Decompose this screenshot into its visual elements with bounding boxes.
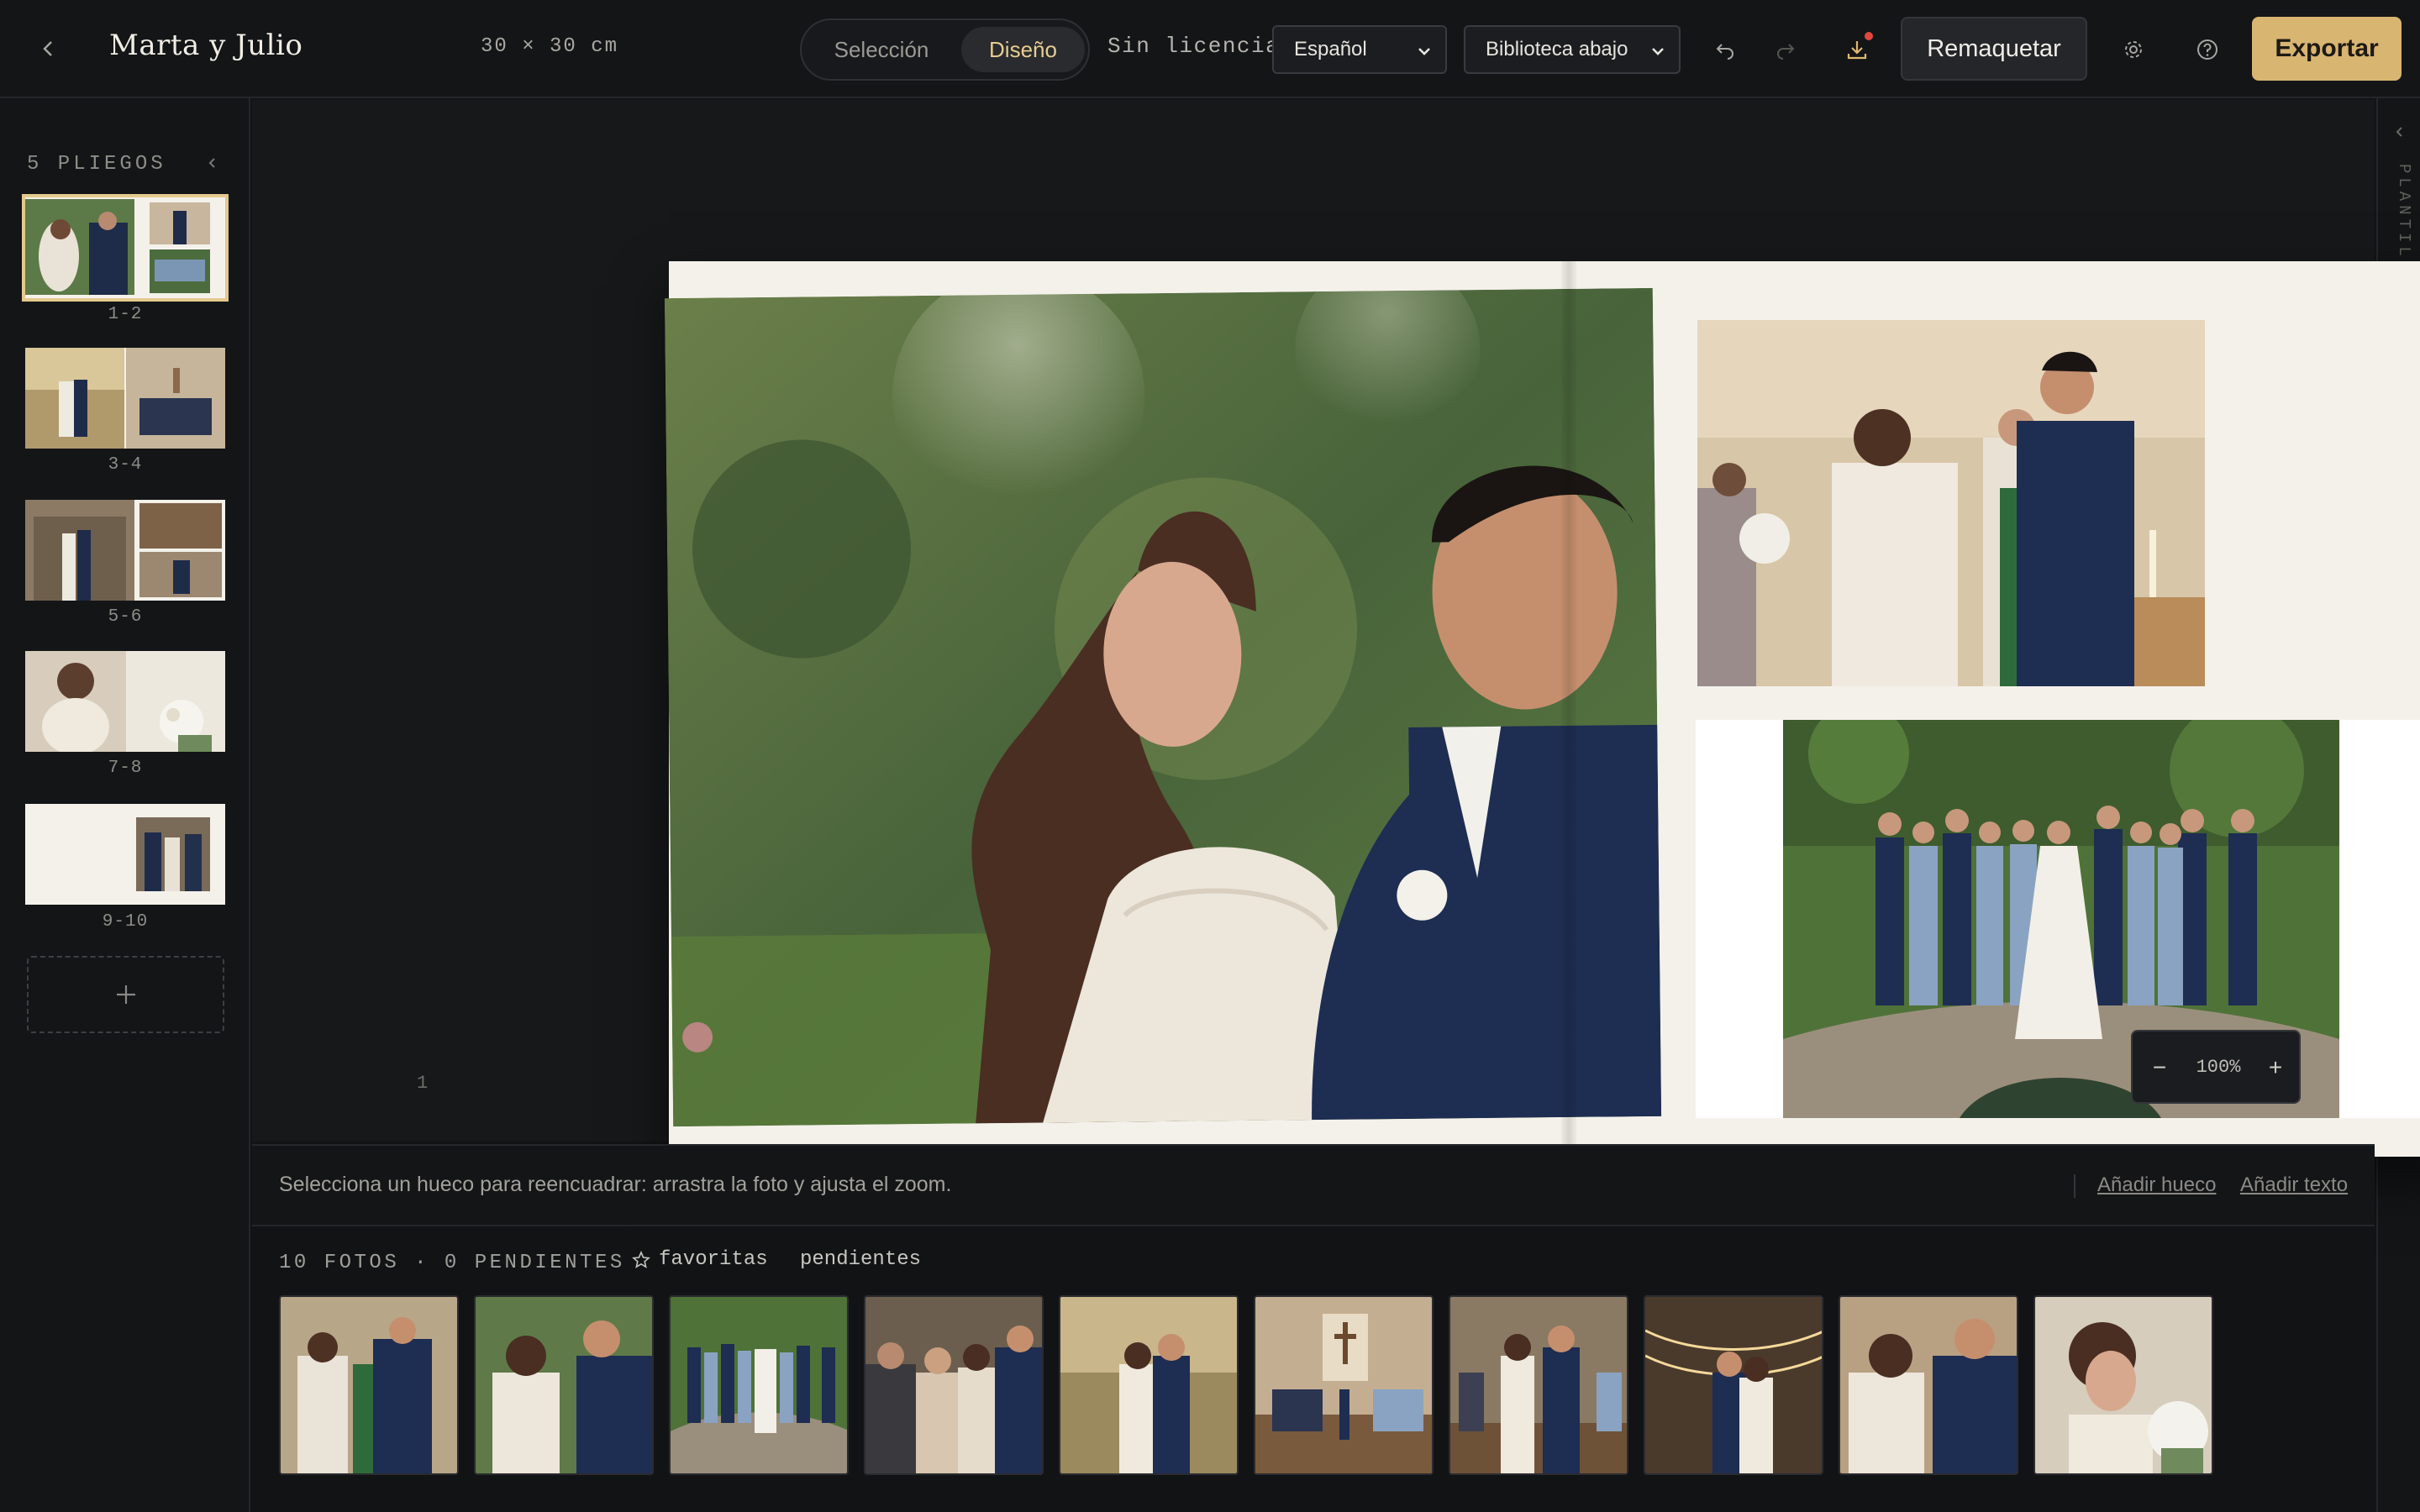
- library-photo[interactable]: [1254, 1295, 1434, 1475]
- library-photo-image: [1255, 1297, 1432, 1473]
- photo-slot-couple-closeup[interactable]: [664, 287, 1662, 1127]
- library-photo[interactable]: [474, 1295, 654, 1475]
- spread-gutter: [1561, 261, 1576, 1157]
- license-status: Sin licencia: [1107, 34, 1281, 59]
- couple-closeup-photo: [664, 287, 1662, 1127]
- library-photo[interactable]: [1449, 1295, 1628, 1475]
- filter-pending[interactable]: pendientes: [800, 1248, 921, 1271]
- library-count: 10 FOTOS · 0 PENDIENTES: [279, 1252, 625, 1274]
- settings-button[interactable]: [2114, 30, 2153, 69]
- library-photo-image: [476, 1297, 652, 1473]
- hint-divider: [2074, 1174, 2075, 1198]
- spread-thumb-1-2[interactable]: [22, 194, 229, 302]
- library-photo-image: [1840, 1297, 2017, 1473]
- expand-templates-button[interactable]: [2388, 120, 2412, 144]
- library-photo-image: [1645, 1297, 1822, 1473]
- spread-preview-image: [25, 804, 225, 905]
- ceremony-photo: [1697, 320, 2205, 686]
- spread-label: 7-8: [108, 759, 143, 778]
- download-icon: [1847, 41, 1867, 60]
- settings-icon: [2125, 41, 2142, 58]
- zoom-in-button[interactable]: +: [2260, 1052, 2291, 1084]
- chevron-left-icon: [43, 41, 52, 56]
- notification-dot: [1865, 32, 1873, 40]
- add-spread-button[interactable]: [27, 956, 224, 1033]
- library-photo[interactable]: [1839, 1295, 2018, 1475]
- zoom-level: 100%: [2196, 1057, 2241, 1078]
- chevron-left-icon: [208, 158, 215, 168]
- spread-preview-image: [25, 197, 225, 298]
- add-text-link[interactable]: Añadir texto: [2240, 1173, 2348, 1197]
- hint-text: Selecciona un hueco para reencuadrar: ar…: [279, 1173, 952, 1196]
- spreads-sidebar: 5 PLIEGOS 1-2 3-4 5-6 7-8 9-10: [0, 98, 250, 1512]
- spread-thumb-5-6[interactable]: [25, 500, 225, 601]
- library-photo[interactable]: [2033, 1295, 2213, 1475]
- language-select[interactable]: Español: [1272, 25, 1447, 74]
- download-button[interactable]: [1838, 30, 1876, 69]
- help-icon: [2197, 39, 2217, 60]
- spread-preview-image: [25, 348, 225, 449]
- library-position-value: Biblioteca abajo: [1486, 38, 1628, 60]
- zoom-control: − 100% +: [2131, 1030, 2301, 1104]
- relayout-button[interactable]: Remaquetar: [1901, 17, 2087, 81]
- format-label: 30 × 30 cm: [481, 35, 619, 58]
- filter-favorites-label: favoritas: [659, 1248, 768, 1271]
- plus-icon: [116, 985, 135, 1004]
- spread-label: 3-4: [108, 455, 143, 475]
- wedding-party-photo: [1696, 720, 2420, 1118]
- project-title: Marta y Julio: [109, 29, 303, 62]
- library-photo-image: [1060, 1297, 1237, 1473]
- back-button[interactable]: [30, 30, 67, 67]
- filter-favorites[interactable]: favoritas: [632, 1248, 768, 1271]
- language-select-value: Español: [1294, 38, 1367, 60]
- book-spread: [664, 261, 2420, 1157]
- star-icon: [632, 1250, 650, 1268]
- design-canvas: 1 2: [252, 100, 2420, 1157]
- mode-toggle: Selección Diseño: [800, 18, 1090, 81]
- page-number-left: 1: [417, 1073, 429, 1094]
- library-photo[interactable]: [1059, 1295, 1239, 1475]
- library-photo-image: [2035, 1297, 2212, 1473]
- add-slot-link[interactable]: Añadir hueco: [2097, 1173, 2216, 1197]
- hint-bar: Selecciona un hueco para reencuadrar: ar…: [252, 1144, 2375, 1226]
- export-button[interactable]: Exportar: [2252, 17, 2402, 81]
- library-photo[interactable]: [1644, 1295, 1823, 1475]
- library-photo[interactable]: [279, 1295, 459, 1475]
- spread-label: 1-2: [108, 305, 143, 324]
- library-photo-image: [865, 1297, 1042, 1473]
- spread-preview-image: [25, 500, 225, 601]
- redo-button[interactable]: [1766, 30, 1805, 69]
- photo-slot-ceremony[interactable]: [1697, 320, 2205, 686]
- spread-label: 5-6: [108, 607, 143, 627]
- library-photo-image: [1450, 1297, 1627, 1473]
- undo-icon: [1716, 44, 1733, 60]
- library-photo[interactable]: [669, 1295, 849, 1475]
- mode-seleccion-button[interactable]: Selección: [810, 27, 953, 72]
- zoom-out-button[interactable]: −: [2144, 1052, 2175, 1084]
- undo-button[interactable]: [1706, 30, 1744, 69]
- spread-preview-image: [25, 651, 225, 752]
- collapse-sidebar-button[interactable]: [198, 149, 227, 177]
- library-position-select[interactable]: Biblioteca abajo: [1464, 25, 1681, 74]
- spread-thumb-3-4[interactable]: [25, 348, 225, 449]
- library-photo-image: [281, 1297, 457, 1473]
- spreads-count: 5 PLIEGOS: [27, 153, 166, 176]
- top-toolbar: Marta y Julio 30 × 30 cm Selección Diseñ…: [0, 0, 2420, 98]
- photo-library: 10 FOTOS · 0 PENDIENTES favoritas pendie…: [252, 1228, 2375, 1512]
- mode-diseno-button[interactable]: Diseño: [961, 27, 1085, 72]
- spread-thumb-9-10[interactable]: [25, 804, 225, 905]
- library-photo[interactable]: [864, 1295, 1044, 1475]
- library-photo-image: [671, 1297, 847, 1473]
- spread-thumb-7-8[interactable]: [25, 651, 225, 752]
- filter-pending-label: pendientes: [800, 1248, 922, 1271]
- chevron-down-icon: [1652, 48, 1664, 55]
- redo-icon: [1777, 44, 1795, 60]
- chevron-down-icon: [1418, 48, 1430, 55]
- help-button[interactable]: [2188, 30, 2227, 69]
- spread-label: 9-10: [102, 912, 149, 932]
- chevron-left-icon: [2396, 127, 2402, 137]
- photo-slot-group[interactable]: [1696, 720, 2420, 1118]
